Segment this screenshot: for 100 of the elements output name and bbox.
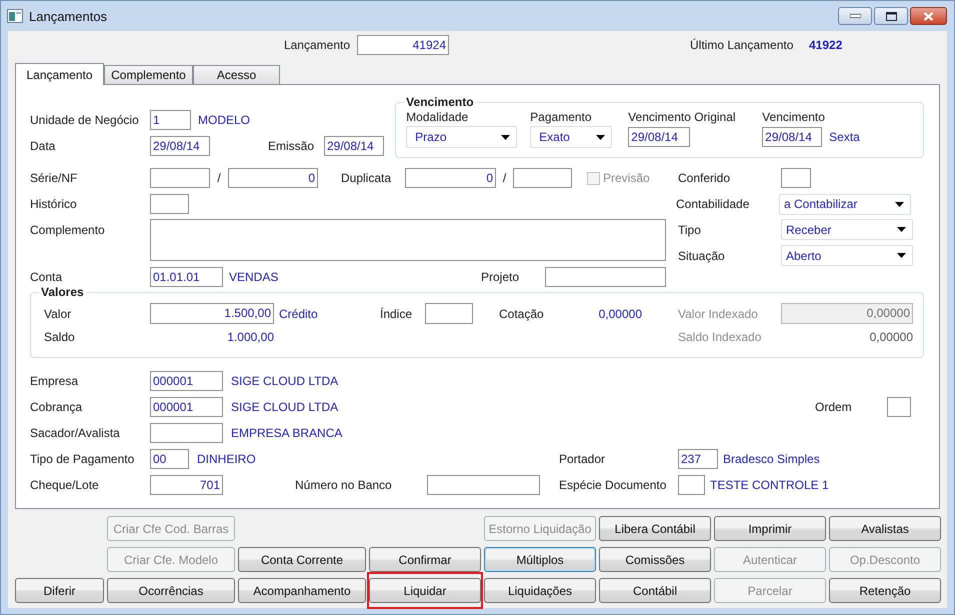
caret-icon xyxy=(897,253,906,258)
input-field[interactable]: 0 xyxy=(405,168,496,188)
action-button[interactable]: Retenção xyxy=(829,578,941,603)
value-text: TESTE CONTROLE 1 xyxy=(710,478,829,492)
minimize-button[interactable] xyxy=(838,7,872,25)
group-title: Valores xyxy=(39,286,86,299)
input-field[interactable] xyxy=(887,397,911,417)
field-label: Vencimento Original xyxy=(628,110,737,124)
value-text: 41922 xyxy=(809,38,842,52)
field-label: Série/NF xyxy=(30,171,78,185)
field-label: Índice xyxy=(380,306,414,320)
action-button[interactable]: Confirmar xyxy=(369,547,481,572)
field-label: Cheque/Lote xyxy=(30,478,100,492)
dropdown[interactable]: Exato xyxy=(530,126,612,148)
action-button[interactable]: Liquidar xyxy=(369,578,481,603)
field-label: Situação xyxy=(678,248,726,262)
action-button[interactable]: Conta Corrente xyxy=(238,547,366,572)
value-text: MODELO xyxy=(198,113,250,127)
field-label: Último Lançamento xyxy=(690,38,794,52)
field-label: Portador xyxy=(559,452,606,466)
field-label: Empresa xyxy=(30,374,80,388)
close-button[interactable] xyxy=(910,7,947,25)
input-field[interactable]: 0 xyxy=(228,168,318,188)
field-label: Conferido xyxy=(678,171,732,185)
tab[interactable]: Lançamento xyxy=(15,63,104,85)
field-label: Previsão xyxy=(603,171,650,185)
dropdown[interactable]: Prazo xyxy=(406,126,518,148)
input-field[interactable]: 29/08/14 xyxy=(628,127,690,147)
field-label: Valor Indexado xyxy=(678,306,759,320)
field-label: Número no Banco xyxy=(295,478,393,492)
action-button[interactable]: Contábil xyxy=(599,578,711,603)
value-text: SIGE CLOUD LTDA xyxy=(231,400,338,414)
field-label: Tipo de Pagamento xyxy=(30,452,136,466)
input-field[interactable]: 29/08/14 xyxy=(324,136,384,156)
input-field[interactable]: 41924 xyxy=(357,35,449,55)
action-button[interactable]: Libera Contábil xyxy=(599,516,711,541)
field-label: Cotação xyxy=(499,306,545,320)
input-field[interactable]: 237 xyxy=(678,449,718,469)
input-field[interactable]: 000001 xyxy=(150,397,223,417)
action-button[interactable]: Diferir xyxy=(15,578,104,603)
dropdown[interactable]: Aberto xyxy=(781,245,913,266)
field-label: / xyxy=(216,171,222,185)
minimize-icon xyxy=(850,12,860,20)
input-field[interactable]: 000001 xyxy=(150,371,223,391)
action-button[interactable]: Acompanhamento xyxy=(238,578,366,603)
input-field[interactable]: 29/08/14 xyxy=(762,127,822,147)
maximize-icon xyxy=(886,12,896,20)
input-field[interactable]: 29/08/14 xyxy=(150,136,210,156)
action-button[interactable]: Comissões xyxy=(599,547,711,572)
dropdown[interactable]: a Contabilizar xyxy=(779,194,911,214)
value-text: DINHEIRO xyxy=(196,452,257,466)
field-label: Histórico xyxy=(30,197,78,211)
action-button[interactable]: Imprimir xyxy=(714,516,826,541)
input-field[interactable] xyxy=(150,423,223,443)
value-text: Sexta xyxy=(829,130,860,144)
input-field[interactable] xyxy=(678,475,705,495)
value-text: Bradesco Simples xyxy=(723,452,820,466)
field-label: Sacador/Avalista xyxy=(30,426,121,440)
input-field[interactable] xyxy=(425,303,473,324)
close-icon xyxy=(923,12,934,20)
maximize-button[interactable] xyxy=(874,7,908,25)
input-field[interactable]: 01.01.01 xyxy=(150,267,223,287)
field-label: Vencimento xyxy=(762,110,826,124)
action-button[interactable]: Múltiplos xyxy=(484,547,596,572)
action-button[interactable]: Ocorrências xyxy=(107,578,235,603)
caret-icon xyxy=(895,202,904,206)
field-label: Saldo Indexado xyxy=(678,330,762,344)
field-label: Data xyxy=(30,139,56,153)
field-label: Pagamento xyxy=(530,110,593,124)
text-area[interactable] xyxy=(150,219,666,261)
input-field[interactable] xyxy=(150,168,210,188)
value-text: 0,00000 xyxy=(868,330,913,344)
field-label: Modalidade xyxy=(406,110,470,124)
input-field[interactable] xyxy=(513,168,572,188)
dropdown[interactable]: Receber xyxy=(781,219,913,240)
field-label: Saldo xyxy=(44,330,76,344)
value-text: EMPRESA BRANCA xyxy=(231,426,342,440)
value-text: VENDAS xyxy=(229,270,280,284)
value-text: 1.000,00 xyxy=(226,330,274,344)
value-text: Crédito xyxy=(278,306,319,320)
field-label: / xyxy=(502,171,508,185)
window-title: Lançamentos xyxy=(29,8,108,24)
input-field[interactable] xyxy=(150,194,189,214)
input-field[interactable]: 1 xyxy=(150,110,191,130)
tab[interactable]: Complemento xyxy=(104,65,193,84)
field-label: Ordem xyxy=(815,400,853,414)
field-label: Contabilidade xyxy=(676,197,750,211)
field-label: Projeto xyxy=(481,270,520,284)
input-field[interactable]: 00 xyxy=(150,449,189,469)
field-label: Emissão xyxy=(268,139,316,153)
field-label: Valor xyxy=(44,306,72,320)
input-field[interactable] xyxy=(545,267,666,287)
action-button[interactable]: Liquidações xyxy=(484,578,596,603)
input-field[interactable] xyxy=(427,475,540,495)
input-field[interactable]: 1.500,00 xyxy=(150,303,274,324)
input-field[interactable]: 701 xyxy=(150,475,223,495)
input-field[interactable] xyxy=(781,168,811,188)
tab[interactable]: Acesso xyxy=(193,65,280,84)
action-button[interactable]: Avalistas xyxy=(829,516,941,541)
field-label: Unidade de Negócio xyxy=(30,113,140,127)
